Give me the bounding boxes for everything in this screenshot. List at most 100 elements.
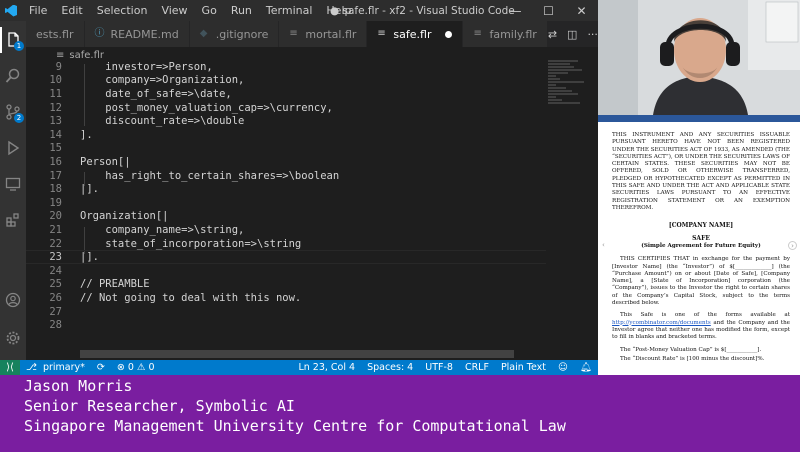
line-ending[interactable]: CRLF [459,362,495,373]
window-title: ● safe.flr - xf2 - Visual Studio Code [330,4,515,17]
line-number: 19 [49,196,62,209]
title-bar: File Edit Selection View Go Run Terminal… [0,0,598,21]
language-mode[interactable]: Plain Text [495,362,552,373]
code-editor[interactable]: 9 investor=>Person, 10 company=>Organiza… [26,60,546,350]
menu-terminal[interactable]: Terminal [259,4,320,17]
vscode-logo-icon [0,0,22,21]
remote-explorer-icon[interactable] [0,171,26,197]
extensions-icon[interactable] [0,207,26,233]
code-line: 14]. [26,128,546,142]
line-number: 25 [49,278,62,291]
maximize-icon[interactable]: ☐ [532,0,565,21]
git-file-icon: ◆ [199,28,208,39]
code-line: 10 company=>Organization, [26,74,546,88]
split-editor-icon[interactable]: ◫ [567,28,577,41]
code-line: 24 [26,264,546,278]
page-left-arrow-icon[interactable]: ‹ [602,241,605,249]
code-line: 15 [26,142,546,156]
account-icon[interactable] [0,287,26,313]
menu-edit[interactable]: Edit [54,4,89,17]
code-line: 21 company_name=>\string, [26,223,546,237]
menu-file[interactable]: File [22,4,54,17]
compare-icon[interactable]: ⇄ [548,28,557,41]
activity-bar: 1 2 [0,21,26,360]
tab-mortal[interactable]: ≡ mortal.flr [279,21,368,47]
feedback-icon[interactable]: ☺ [552,362,574,373]
close-icon[interactable]: ✕ [565,0,598,21]
cursor-position[interactable]: Ln 23, Col 4 [292,362,361,373]
line-number: 13 [49,115,62,128]
line-number: 27 [49,305,62,318]
explorer-icon[interactable]: 1 [0,27,26,53]
line-number: 14 [49,128,62,141]
line-number: 21 [49,223,62,236]
line-text: ]. [80,128,93,141]
valuation-cap-line: The “Post-Money Valuation Cap” is $[____… [620,346,762,353]
breadcrumb-file[interactable]: safe.flr [69,50,104,61]
editor-tabs: ests.flr ⓘ README.md ◆ .gitignore ≡ mort… [26,21,598,47]
git-branch[interactable]: primary* [43,362,91,373]
notifications-bell-icon[interactable]: 🔔︎ [574,362,598,373]
line-number: 11 [49,87,62,100]
code-line: 26 // Not going to deal with this now. [26,291,546,305]
menu-bar: File Edit Selection View Go Run Terminal… [22,4,358,17]
run-debug-icon[interactable] [0,135,26,161]
tab-label: mortal.flr [305,27,357,41]
line-text: state_of_incorporation=>\string [80,237,302,250]
lower-third-caption: Jason Morris Senior Researcher, Symbolic… [0,375,800,452]
line-text: date_of_safe=>\date, [80,87,232,100]
sync-icon[interactable]: ⟳ [91,362,111,373]
indentation[interactable]: Spaces: 4 [361,362,419,373]
line-text: has_right_to_certain_shares=>\boolean [80,169,340,182]
encoding[interactable]: UTF-8 [419,362,459,373]
line-number: 28 [49,319,62,332]
presenter-organization: Singapore Management University Centre f… [24,417,566,435]
menu-selection[interactable]: Selection [90,4,155,17]
line-text: investor=>Person, [80,60,213,73]
line-number: 24 [49,264,62,277]
tab-family[interactable]: ≡ family.flr [463,21,548,47]
line-number: 18 [49,183,62,196]
source-control-icon[interactable]: 2 [0,99,26,125]
menu-run[interactable]: Run [224,4,259,17]
horizontal-scrollbar[interactable] [80,350,514,358]
securities-legend: THIS INSTRUMENT AND ANY SECURITIES ISSUA… [612,132,791,211]
remote-icon[interactable]: ⟩⟨ [0,360,20,375]
line-text: company_name=>\string, [80,223,245,236]
tab-tests[interactable]: ests.flr [26,21,85,47]
document-viewer[interactable]: ‹ › THIS INSTRUMENT AND ANY SECURITIES I… [598,115,800,375]
code-line: 20 Organization[| [26,210,546,224]
code-line: 28 [26,318,546,332]
ycombinator-link[interactable]: http://ycombinator.com/documents [612,320,711,326]
problems-indicator[interactable]: ⊗ 0 ⚠ 0 [111,362,161,373]
presenter-name: Jason Morris [24,377,133,395]
file-icon: ≡ [377,28,386,39]
line-number: 17 [49,169,62,182]
minimize-icon[interactable]: — [499,0,532,21]
tab-safe[interactable]: ≡ safe.flr [367,21,464,47]
tab-readme[interactable]: ⓘ README.md [84,21,190,47]
tab-label: ests.flr [36,27,74,41]
line-text: company=>Organization, [80,74,245,87]
line-text: Organization[| [80,210,169,223]
menu-view[interactable]: View [154,4,194,17]
company-name-heading: [COMPANY NAME] [668,222,734,230]
line-number: 23 [49,251,62,264]
tab-gitignore[interactable]: ◆ .gitignore [189,21,280,47]
line-text: discount_rate=>\double [80,115,245,128]
menu-go[interactable]: Go [195,4,224,17]
line-number: 15 [49,142,62,155]
code-line: 19 [26,196,546,210]
line-number: 12 [49,101,62,114]
line-text: // PREAMBLE [80,278,150,291]
tab-label: family.flr [489,27,537,41]
safe-subtitle: (Simple Agreement for Future Equity) [641,243,761,250]
unsaved-dot-icon[interactable] [445,30,453,38]
settings-gear-icon[interactable] [0,325,26,351]
vertical-scrollbar[interactable] [590,60,598,350]
screen: File Edit Selection View Go Run Terminal… [0,0,800,452]
status-bar: ⟩⟨ ⎇ primary* ⟳ ⊗ 0 ⚠ 0 Ln 23, Col 4 Spa… [0,360,598,375]
minimap[interactable] [548,60,590,130]
search-icon[interactable] [0,63,26,89]
more-actions-icon[interactable]: ··· [587,28,598,41]
